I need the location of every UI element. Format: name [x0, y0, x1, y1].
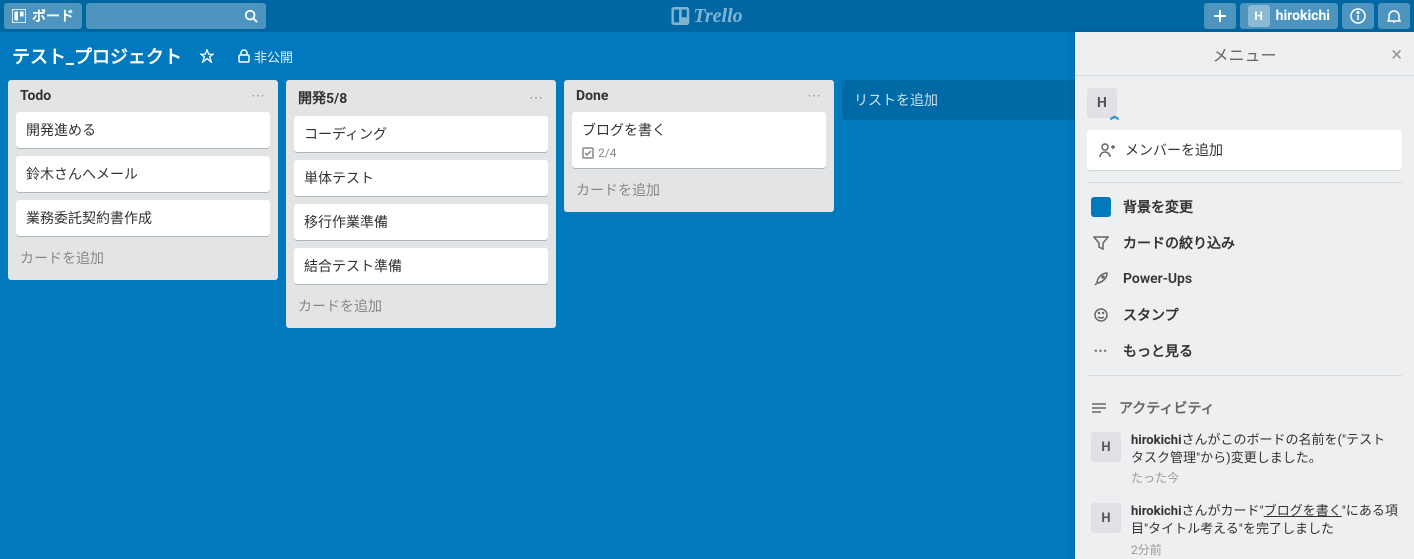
menu-panel: メニュー × H ︽ メンバーを追加 背景を変更 カードの絞り込み Power-… [1075, 32, 1414, 559]
star-icon [200, 49, 214, 63]
list-menu-button[interactable]: ⋯ [529, 90, 544, 106]
background-swatch-icon [1091, 197, 1111, 217]
info-button[interactable] [1342, 3, 1374, 29]
more-icon: ⋯ [1091, 341, 1111, 361]
star-button[interactable] [194, 45, 220, 67]
avatar: H [1248, 5, 1270, 27]
add-card-button[interactable]: カードを追加 [572, 176, 826, 204]
menu-item-powerups[interactable]: Power-Ups [1087, 261, 1402, 297]
menu-item-background[interactable]: 背景を変更 [1087, 189, 1402, 225]
menu-title: メニュー [1212, 42, 1276, 66]
card[interactable]: 開発進める [16, 112, 270, 148]
list-menu-button[interactable]: ⋯ [251, 88, 266, 104]
checklist-icon [582, 147, 594, 159]
card[interactable]: ブログを書く 2/4 [572, 112, 826, 168]
list-menu-button[interactable]: ⋯ [807, 88, 822, 104]
activity-item: H hirokichiさんがこのボードの名前を("テストタスク管理"から)変更し… [1087, 424, 1402, 495]
activity-avatar: H [1091, 432, 1121, 462]
add-member-icon [1099, 142, 1115, 158]
checklist-badge: 2/4 [582, 146, 816, 160]
add-list-button[interactable]: リストを追加 [842, 80, 1112, 120]
list-title[interactable]: Todo [20, 88, 51, 104]
boards-button[interactable]: ボード [4, 3, 82, 29]
user-name: hirokichi [1276, 8, 1330, 24]
trello-logo-icon [671, 7, 689, 25]
add-card-button[interactable]: カードを追加 [294, 292, 548, 320]
rocket-icon [1093, 271, 1109, 287]
menu-item-more[interactable]: ⋯ もっと見る [1087, 333, 1402, 369]
create-button[interactable] [1204, 3, 1236, 29]
user-menu-button[interactable]: H hirokichi [1240, 3, 1338, 29]
visibility-button[interactable]: 非公開 [232, 43, 299, 70]
sticker-icon [1093, 307, 1109, 323]
menu-item-stickers[interactable]: スタンプ [1087, 297, 1402, 333]
activity-icon [1091, 400, 1107, 416]
lock-icon [238, 49, 250, 63]
boards-label: ボード [32, 6, 74, 26]
card[interactable]: コーディング [294, 116, 548, 152]
notifications-button[interactable] [1378, 3, 1410, 29]
divider [1087, 375, 1402, 376]
close-menu-button[interactable]: × [1391, 42, 1402, 66]
admin-chevron-icon: ︽ [1110, 114, 1119, 120]
activity-item: H hirokichiさんがカード"ブログを書く"にある項目"タイトル考える"を… [1087, 495, 1402, 559]
activity-time: 2分前 [1131, 542, 1398, 559]
trello-icon [12, 9, 26, 23]
menu-item-filter[interactable]: カードの絞り込み [1087, 225, 1402, 261]
activity-header: アクティビティ [1087, 392, 1402, 424]
trello-logo[interactable]: Trello [671, 5, 742, 28]
list: 開発5/8 ⋯ コーディング 単体テスト 移行作業準備 結合テスト準備 カードを… [286, 80, 556, 328]
info-icon [1350, 8, 1366, 24]
members-row: H ︽ [1087, 88, 1402, 118]
card[interactable]: 移行作業準備 [294, 204, 548, 240]
search-input[interactable] [86, 3, 266, 29]
member-avatar[interactable]: H ︽ [1087, 88, 1117, 118]
bell-icon [1386, 8, 1402, 24]
card[interactable]: 鈴木さんへメール [16, 156, 270, 192]
search-icon [244, 9, 258, 23]
list: Done ⋯ ブログを書く 2/4 カードを追加 [564, 80, 834, 212]
list-title[interactable]: 開発5/8 [298, 88, 347, 108]
card[interactable]: 業務委託契約書作成 [16, 200, 270, 236]
activity-time: たった今 [1131, 470, 1398, 487]
card[interactable]: 結合テスト準備 [294, 248, 548, 284]
list: Todo ⋯ 開発進める 鈴木さんへメール 業務委託契約書作成 カードを追加 [8, 80, 278, 280]
list-title[interactable]: Done [576, 88, 608, 104]
add-card-button[interactable]: カードを追加 [16, 244, 270, 272]
divider [1087, 182, 1402, 183]
filter-icon [1093, 235, 1109, 251]
menu-header: メニュー × [1075, 32, 1414, 76]
global-header: ボード Trello H hirokichi [0, 0, 1414, 32]
activity-avatar: H [1091, 503, 1121, 533]
card[interactable]: 単体テスト [294, 160, 548, 196]
activity-card-link[interactable]: ブログを書く [1264, 504, 1342, 519]
plus-icon [1213, 9, 1227, 23]
add-member-button[interactable]: メンバーを追加 [1087, 130, 1402, 170]
board-name[interactable]: テスト_プロジェクト [12, 43, 182, 69]
